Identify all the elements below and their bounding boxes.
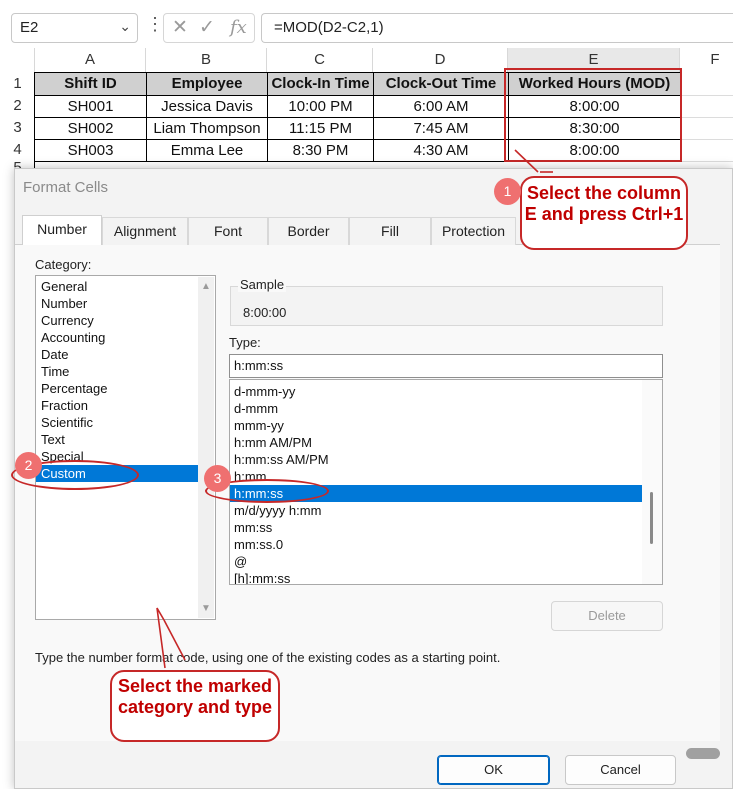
category-scrollbar[interactable]: ▲ ▼: [198, 277, 214, 618]
row-header-3[interactable]: 3: [0, 117, 35, 139]
type-item[interactable]: d-mmm: [230, 400, 642, 417]
cancel-button[interactable]: Cancel: [565, 755, 676, 785]
type-item[interactable]: h:mm AM/PM: [230, 434, 642, 451]
column-header-b[interactable]: B: [146, 48, 267, 72]
sample-value: 8:00:00: [243, 305, 287, 320]
function-icon[interactable]: fx: [230, 17, 247, 38]
scroll-down-icon[interactable]: ▼: [201, 603, 211, 614]
type-item[interactable]: mm:ss.0: [230, 536, 642, 553]
row-header-4[interactable]: 4: [0, 139, 35, 161]
cell-d3[interactable]: 7:45 AM: [374, 118, 509, 140]
cell-b3[interactable]: Liam Thompson: [147, 118, 268, 140]
tab-alignment[interactable]: Alignment: [102, 217, 188, 245]
type-item[interactable]: [h]:mm:ss: [230, 570, 642, 584]
cell-b4[interactable]: Emma Lee: [147, 140, 268, 162]
dialog-title: Format Cells: [23, 179, 109, 196]
gridline: [680, 95, 733, 96]
formula-input[interactable]: =MOD(D2-C2,1): [261, 13, 733, 43]
category-item[interactable]: General: [36, 278, 198, 295]
gridline: [680, 161, 733, 162]
category-item[interactable]: Text: [36, 431, 198, 448]
type-input[interactable]: h:mm:ss: [229, 354, 663, 378]
tab-border[interactable]: Border: [268, 217, 349, 245]
name-box[interactable]: E2 ⌄: [11, 13, 138, 43]
category-label: Category:: [35, 257, 92, 272]
type-item[interactable]: mmm-yy: [230, 417, 642, 434]
category-list[interactable]: General Number Currency Accounting Date …: [35, 275, 216, 620]
column-e-highlight: [504, 68, 682, 162]
row-header-2[interactable]: 2: [0, 95, 35, 117]
step-badge-2: 2: [15, 452, 42, 479]
formula-buttons: ✕ ✓ fx: [163, 13, 255, 43]
category-item[interactable]: Time: [36, 363, 198, 380]
type-item[interactable]: d-mmm-yy: [230, 383, 642, 400]
scroll-up-icon[interactable]: ▲: [201, 281, 211, 292]
cell-c3[interactable]: 11:15 PM: [268, 118, 374, 140]
type-label: Type:: [229, 335, 261, 350]
type-scrollbar[interactable]: [642, 380, 662, 584]
category-item[interactable]: Accounting: [36, 329, 198, 346]
cell-b2[interactable]: Jessica Davis: [147, 96, 268, 118]
category-item[interactable]: Scientific: [36, 414, 198, 431]
type-item[interactable]: h:mm:ss AM/PM: [230, 451, 642, 468]
header-employee[interactable]: Employee: [147, 73, 268, 96]
tab-font[interactable]: Font: [188, 217, 268, 245]
cell-d2[interactable]: 6:00 AM: [374, 96, 509, 118]
category-item[interactable]: Date: [36, 346, 198, 363]
step-badge-3: 3: [204, 465, 231, 492]
type-item[interactable]: @: [230, 553, 642, 570]
header-clock-out[interactable]: Clock-Out Time: [374, 73, 509, 96]
category-item[interactable]: Currency: [36, 312, 198, 329]
sheet-scrollbar-thumb[interactable]: [686, 748, 720, 759]
tab-protection[interactable]: Protection: [431, 217, 516, 245]
column-header-d[interactable]: D: [373, 48, 508, 72]
cell-a4[interactable]: SH003: [35, 140, 147, 162]
header-shift-id[interactable]: Shift ID: [35, 73, 147, 96]
formula-bar: E2 ⌄ ⋮ ✕ ✓ fx =MOD(D2-C2,1): [0, 0, 733, 44]
hint-text: Type the number format code, using one o…: [35, 650, 501, 665]
cell-a2[interactable]: SH001: [35, 96, 147, 118]
step-badge-1: 1: [494, 178, 521, 205]
delete-button[interactable]: Delete: [551, 601, 663, 631]
chevron-down-icon[interactable]: ⌄: [119, 18, 131, 35]
name-box-value: E2: [20, 19, 39, 36]
tab-fill[interactable]: Fill: [349, 217, 431, 245]
column-header-a[interactable]: A: [35, 48, 146, 72]
cancel-icon[interactable]: ✕: [172, 16, 188, 39]
tab-number[interactable]: Number: [22, 215, 102, 245]
cell-a3[interactable]: SH002: [35, 118, 147, 140]
type-item[interactable]: m/d/yyyy h:mm: [230, 502, 642, 519]
gridline: [680, 117, 733, 118]
ok-button[interactable]: OK: [437, 755, 550, 785]
cell-d4[interactable]: 4:30 AM: [374, 140, 509, 162]
screen: E2 ⌄ ⋮ ✕ ✓ fx =MOD(D2-C2,1) A B C D E F …: [0, 0, 733, 789]
more-options-icon[interactable]: ⋮: [146, 14, 164, 35]
category-item[interactable]: Percentage: [36, 380, 198, 397]
sample-label: Sample: [238, 277, 287, 292]
column-header-f[interactable]: F: [680, 48, 733, 72]
cell-c2[interactable]: 10:00 PM: [268, 96, 374, 118]
column-header-c[interactable]: C: [267, 48, 373, 72]
gridline: [680, 139, 733, 140]
category-item[interactable]: Fraction: [36, 397, 198, 414]
callout-step-1: Select the column E and press Ctrl+1: [520, 176, 688, 250]
sample-box: Sample 8:00:00: [230, 277, 663, 326]
row-header-1[interactable]: 1: [0, 73, 35, 95]
cell-c4[interactable]: 8:30 PM: [268, 140, 374, 162]
type-item[interactable]: mm:ss: [230, 519, 642, 536]
header-clock-in[interactable]: Clock-In Time: [268, 73, 374, 96]
category-item[interactable]: Number: [36, 295, 198, 312]
select-all-corner[interactable]: [0, 48, 35, 72]
check-icon[interactable]: ✓: [199, 16, 215, 39]
callout-step-2: Select the marked category and type: [110, 670, 280, 742]
scrollbar-thumb[interactable]: [650, 492, 653, 544]
